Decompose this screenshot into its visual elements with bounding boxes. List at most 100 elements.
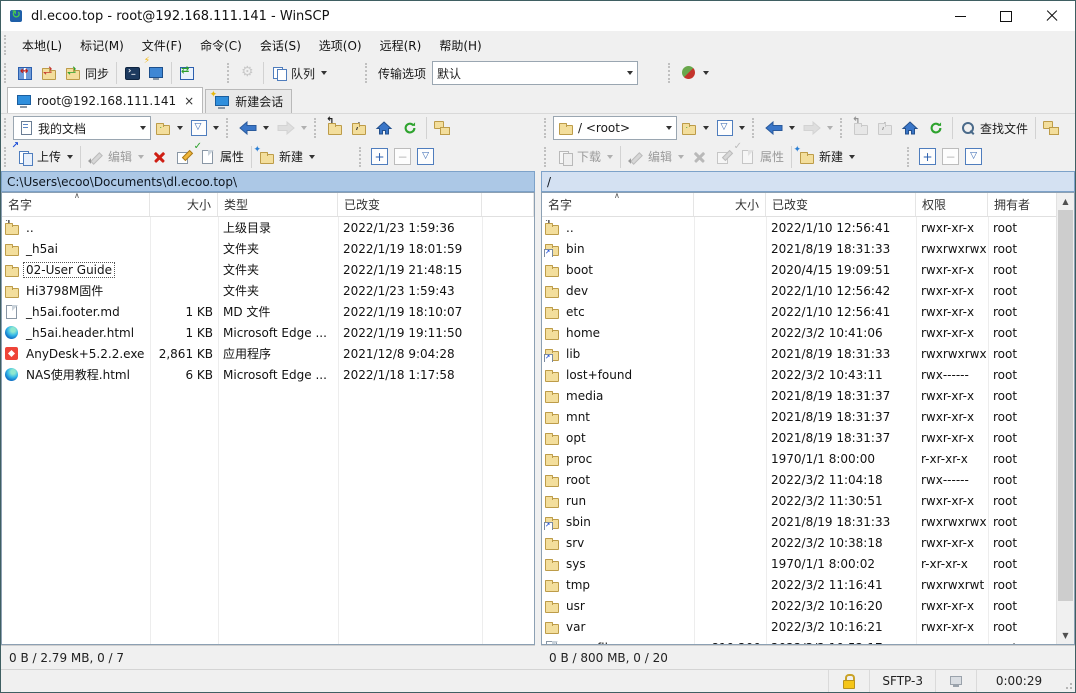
scrollbar-thumb[interactable]: [1058, 210, 1073, 601]
combobox-dropdown-button[interactable]: [134, 117, 150, 139]
column-header-owner[interactable]: 拥有者: [988, 193, 1057, 216]
column-header-size[interactable]: 大小: [150, 193, 218, 216]
file-row[interactable]: swapfile819,2002022/3/2 10:52:17rw------…: [542, 637, 1057, 644]
combobox-dropdown-button[interactable]: [621, 62, 637, 84]
file-row[interactable]: proc1970/1/1 8:00:00r-xr-xr-xroot: [542, 448, 1057, 469]
scroll-up-icon[interactable]: ▲: [1057, 193, 1074, 210]
remote-edit-button[interactable]: 编辑: [625, 145, 687, 169]
local-filter-button[interactable]: [188, 116, 222, 140]
transfer-mode-button[interactable]: [678, 61, 712, 85]
swap-panels-button[interactable]: [14, 61, 36, 85]
connection-cell[interactable]: [935, 670, 976, 692]
file-row[interactable]: boot2020/4/15 19:09:51rwxr-xr-xroot: [542, 259, 1057, 280]
file-row[interactable]: home2022/3/2 10:41:06rwxr-xr-xroot: [542, 322, 1057, 343]
local-home-directory-button[interactable]: [372, 116, 396, 140]
remote-delete-button[interactable]: [689, 145, 711, 169]
remote-properties-button[interactable]: 属性: [737, 145, 787, 169]
new-session-tab[interactable]: 新建会话: [205, 89, 292, 113]
local-refresh-button[interactable]: [398, 116, 422, 140]
menu-commands[interactable]: 命令(C): [191, 31, 251, 59]
select-add-button[interactable]: +: [371, 148, 388, 165]
maximize-button[interactable]: [983, 1, 1029, 31]
resize-grip[interactable]: [1063, 680, 1073, 690]
open-terminal-button[interactable]: [121, 61, 143, 85]
local-edit-button[interactable]: 编辑: [85, 145, 147, 169]
file-row[interactable]: AnyDesk+5.2.2.exe2,861 KB应用程序2021/12/8 9…: [2, 343, 534, 364]
select-add-button[interactable]: +: [919, 148, 936, 165]
protocol-cell[interactable]: SFTP-3: [869, 670, 935, 692]
select-remove-button[interactable]: −: [942, 148, 959, 165]
file-row[interactable]: _h5ai文件夹2022/1/19 18:01:59: [2, 238, 534, 259]
file-row[interactable]: var2022/3/2 10:16:21rwxr-xr-xroot: [542, 616, 1057, 637]
remote-path-bar[interactable]: /: [541, 171, 1075, 192]
file-row[interactable]: bin2021/8/19 18:31:33rwxrwxrwxroot: [542, 238, 1057, 259]
file-row[interactable]: srv2022/3/2 10:38:18rwxr-xr-xroot: [542, 532, 1057, 553]
local-path-bar[interactable]: C:\Users\ecoo\Documents\dl.ecoo.top\: [1, 171, 535, 192]
local-follow-remote-button[interactable]: [431, 116, 453, 140]
column-header-size[interactable]: 大小: [694, 193, 766, 216]
tab-close-icon[interactable]: ×: [184, 94, 194, 108]
remote-refresh-button[interactable]: [924, 116, 948, 140]
menu-session[interactable]: 会话(S): [251, 31, 310, 59]
column-header-type[interactable]: 类型: [218, 193, 338, 216]
local-parent-directory-button[interactable]: [324, 116, 346, 140]
remote-back-button[interactable]: [762, 116, 798, 140]
upload-button[interactable]: 上传: [14, 145, 76, 169]
remote-forward-button[interactable]: [800, 116, 836, 140]
file-row[interactable]: NAS使用教程.html6 KBMicrosoft Edge ...2022/1…: [2, 364, 534, 385]
file-row[interactable]: etc2022/1/10 12:56:41rwxr-xr-xroot: [542, 301, 1057, 322]
synchronize-browsing-button[interactable]: [38, 61, 60, 85]
file-row[interactable]: opt2021/8/19 18:31:37rwxr-xr-xroot: [542, 427, 1057, 448]
file-row[interactable]: sys1970/1/1 8:00:02r-xr-xr-xroot: [542, 553, 1057, 574]
synchronize-button[interactable]: 同步: [62, 61, 112, 85]
encryption-cell[interactable]: [828, 670, 869, 692]
preferences-button[interactable]: [237, 61, 259, 85]
download-button[interactable]: 下载: [554, 145, 616, 169]
column-header-changed[interactable]: 已改变: [766, 193, 916, 216]
transfer-preset-combobox[interactable]: 默认: [432, 61, 638, 85]
local-back-button[interactable]: [236, 116, 272, 140]
local-forward-button[interactable]: [274, 116, 310, 140]
file-row[interactable]: mnt2021/8/19 18:31:37rwxr-xr-xroot: [542, 406, 1057, 427]
remote-home-directory-button[interactable]: [898, 116, 922, 140]
remote-parent-directory-button[interactable]: [850, 116, 872, 140]
menu-help[interactable]: 帮助(H): [430, 31, 490, 59]
file-row[interactable]: root2022/3/2 11:04:18rwx------root: [542, 469, 1057, 490]
file-row[interactable]: Hi3798M固件文件夹2022/1/23 1:59:43: [2, 280, 534, 301]
file-row[interactable]: usr2022/3/2 10:16:20rwxr-xr-xroot: [542, 595, 1057, 616]
minimize-button[interactable]: [937, 1, 983, 31]
local-root-directory-button[interactable]: [348, 116, 370, 140]
menu-remote[interactable]: 远程(R): [371, 31, 431, 59]
file-row[interactable]: lib2021/8/19 18:31:33rwxrwxrwxroot: [542, 343, 1057, 364]
file-row[interactable]: 02-User Guide文件夹2022/1/19 21:48:15: [2, 259, 534, 280]
remote-rename-button[interactable]: [713, 145, 735, 169]
file-row[interactable]: dev2022/1/10 12:56:42rwxr-xr-xroot: [542, 280, 1057, 301]
file-row[interactable]: run2022/3/2 11:30:51rwxr-xr-xroot: [542, 490, 1057, 511]
invert-selection-button[interactable]: ▽: [417, 148, 434, 165]
file-row[interactable]: ..上级目录2022/1/23 1:59:36: [2, 217, 534, 238]
remote-location-combobox[interactable]: / <root>: [553, 116, 677, 140]
menu-mark[interactable]: 标记(M): [71, 31, 133, 59]
remote-follow-local-button[interactable]: [1040, 116, 1062, 140]
file-row[interactable]: lost+found2022/3/2 10:43:11rwx------root: [542, 364, 1057, 385]
column-header-changed[interactable]: 已改变: [338, 193, 482, 216]
remote-open-directory-button[interactable]: [678, 116, 712, 140]
combobox-dropdown-button[interactable]: [660, 117, 676, 139]
file-row[interactable]: _h5ai.footer.md1 KBMD 文件2022/1/19 18:10:…: [2, 301, 534, 322]
file-row[interactable]: _h5ai.header.html1 KBMicrosoft Edge ...2…: [2, 322, 534, 343]
file-row[interactable]: ..2022/1/10 12:56:41rwxr-xr-xroot: [542, 217, 1057, 238]
session-tab-active[interactable]: root@192.168.111.141 ×: [7, 87, 203, 113]
close-button[interactable]: [1029, 1, 1075, 31]
column-header-rights[interactable]: 权限: [916, 193, 988, 216]
file-row[interactable]: media2021/8/19 18:31:37rwxr-xr-xroot: [542, 385, 1057, 406]
remote-root-directory-button[interactable]: [874, 116, 896, 140]
local-new-button[interactable]: 新建: [256, 145, 318, 169]
menu-local[interactable]: 本地(L): [13, 31, 71, 59]
local-rename-button[interactable]: [173, 145, 195, 169]
select-remove-button[interactable]: −: [394, 148, 411, 165]
vertical-scrollbar[interactable]: ▲ ▼: [1056, 193, 1074, 644]
scroll-down-icon[interactable]: ▼: [1057, 627, 1074, 644]
refresh-panels-button[interactable]: [176, 61, 198, 85]
queue-button[interactable]: 队列: [268, 61, 330, 85]
console-button[interactable]: [145, 61, 167, 85]
